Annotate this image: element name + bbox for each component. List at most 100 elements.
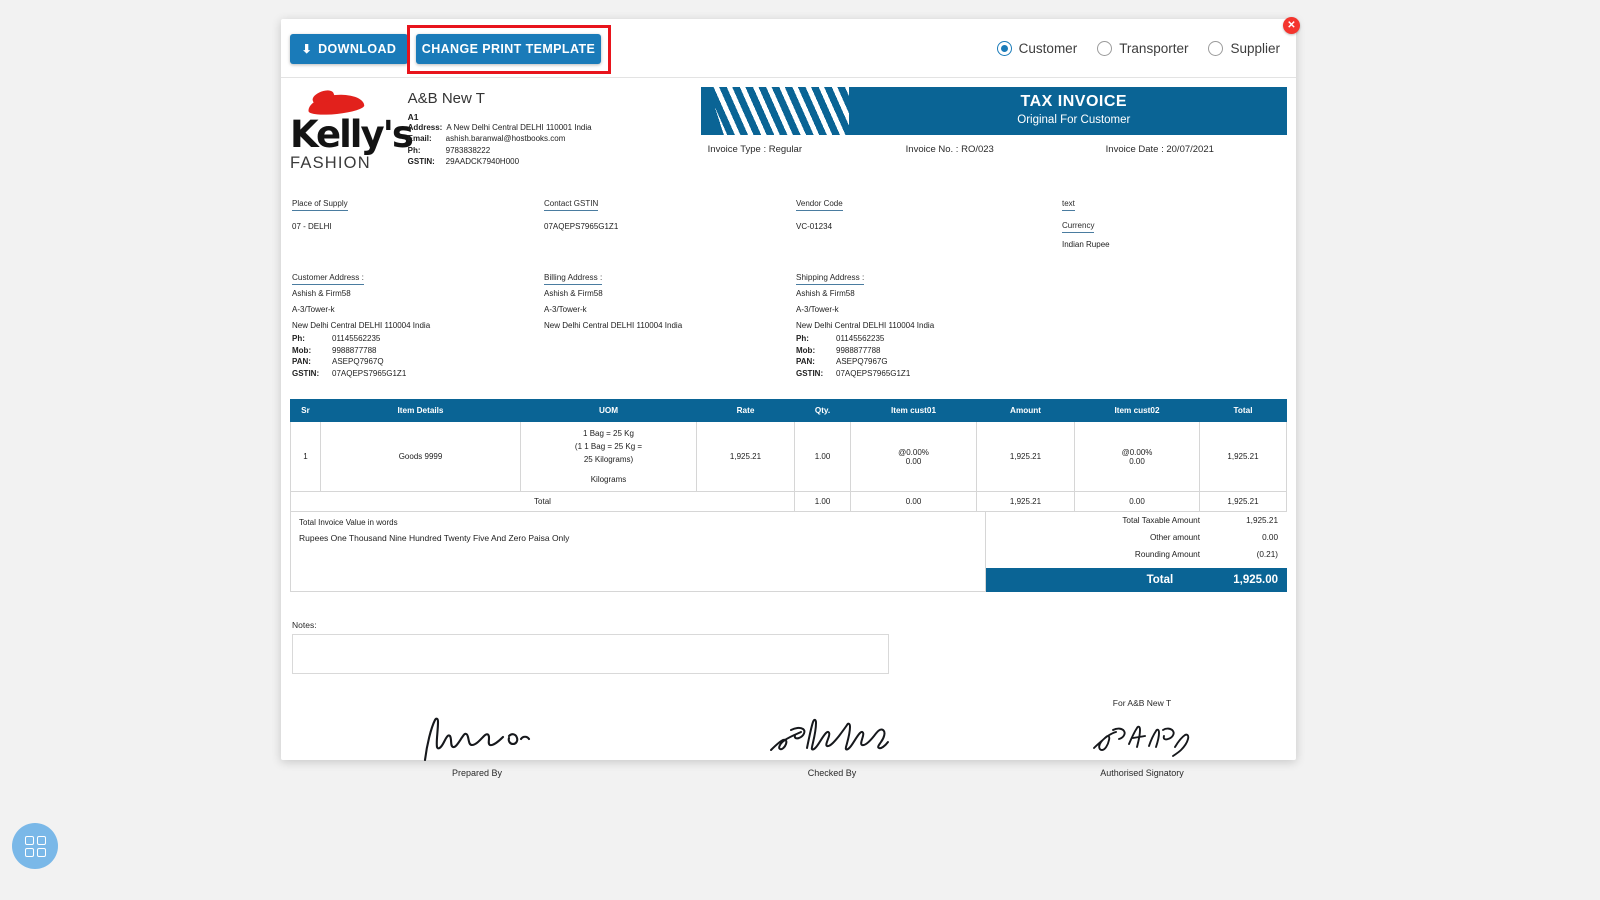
shipping-ph-value: 01145562235: [836, 334, 885, 343]
radio-label-customer: Customer: [1018, 41, 1078, 56]
radio-dot-transporter: [1097, 41, 1113, 56]
uom-line-4: Kilograms: [590, 475, 627, 484]
col-total: Total: [1199, 399, 1287, 422]
vendor-code-value: VC-01234: [796, 222, 833, 231]
download-button[interactable]: ⬇ DOWNLOAD: [290, 34, 408, 64]
checked-by-signature: [662, 712, 1002, 762]
customer-address-block: Customer Address : Ashish & Firm58 A-3/T…: [292, 273, 544, 379]
radio-label-supplier: Supplier: [1230, 41, 1280, 56]
cell-qty: 1.00: [794, 421, 851, 492]
shipping-gstin-label: GSTIN:: [796, 368, 824, 378]
radio-dot-customer: [996, 41, 1012, 56]
billing-address-line2: A-3/Tower-k: [544, 305, 587, 314]
words-label: Total Invoice Value in words: [299, 518, 398, 527]
cell-uom: 1 Bag = 25 Kg (1 1 Bag = 25 Kg = 25 Kilo…: [520, 421, 697, 492]
billing-address-block: Billing Address : Ashish & Firm58 A-3/To…: [544, 273, 796, 379]
customer-mob-row: Mob: 9988877788: [292, 345, 544, 357]
seller-phone-value: 9783838222: [445, 145, 491, 155]
customer-gstin-value: 07AQEPS7965G1Z1: [332, 368, 407, 378]
customer-address-title: Customer Address :: [292, 273, 364, 285]
prepared-by-block: Prepared By: [292, 698, 662, 778]
place-of-supply-value: 07 - DELHI: [292, 222, 332, 231]
shipping-pan-row: PAN: ASEPQ7967G: [796, 356, 934, 368]
shipping-ph-row: Ph: 01145562235: [796, 333, 934, 345]
signature-row: Prepared By Checked By For A&B New T Aut…: [290, 698, 1287, 778]
seller-email-label: Email:: [407, 134, 432, 144]
grand-total-label: Total: [1146, 574, 1174, 586]
tax-invoice-banner-wrap: TAX INVOICE Original For Customer Invoic…: [700, 87, 1287, 173]
summary-label-other: Other amount: [1149, 533, 1200, 542]
contact-gstin-value: 07AQEPS7965G1Z1: [544, 222, 619, 231]
shipping-pan-value: ASEPQ7967G: [836, 357, 888, 366]
cust02-percent: @0.00%: [1121, 447, 1153, 457]
customer-pan-label: PAN:: [292, 357, 311, 366]
summary-value-taxable: 1,925.21: [1246, 516, 1278, 525]
apps-grid-button[interactable]: [12, 823, 58, 869]
prepared-by-spacer: [292, 698, 662, 710]
col-qty: Qty.: [794, 399, 851, 422]
grid-icon: [24, 835, 46, 857]
col-cust01: Item cust01: [850, 399, 977, 422]
billing-address-title: Billing Address :: [544, 273, 603, 285]
notes-input[interactable]: [292, 634, 889, 674]
banner-title: TAX INVOICE: [1020, 93, 1128, 110]
print-preview-modal: ⬇ DOWNLOAD CHANGE PRINT TEMPLATE Custome…: [281, 19, 1296, 778]
summary-value-rounding: (0.21): [1256, 550, 1278, 559]
close-icon[interactable]: ✕: [1283, 17, 1300, 34]
radio-option-transporter[interactable]: Transporter: [1097, 41, 1188, 56]
customer-address-line3: New Delhi Central DELHI 110004 India: [292, 321, 431, 330]
seller-gstin-value: 29AADCK7940H000: [445, 157, 520, 167]
customer-ph-label: Ph:: [292, 334, 305, 343]
cell-amount: 1,925.21: [976, 421, 1075, 492]
summary-value-other: 0.00: [1262, 533, 1278, 542]
seller-phone-label: Ph:: [407, 145, 421, 155]
cust01-amount: 0.00: [905, 456, 922, 466]
table-row: 1 Goods 9999 1 Bag = 25 Kg (1 1 Bag = 25…: [290, 421, 1287, 492]
words-value: Rupees One Thousand Nine Hundred Twenty …: [299, 533, 570, 543]
for-company-label: For A&B New T: [1112, 698, 1172, 708]
vendor-code-label: Vendor Code: [796, 199, 843, 211]
vendor-code-block: Vendor Code VC-01234: [796, 199, 1062, 249]
footer-cust02: 0.00: [1074, 491, 1200, 512]
currency-label: Currency: [1062, 221, 1095, 233]
cell-rate: 1,925.21: [696, 421, 795, 492]
shipping-mob-value: 9988877788: [836, 345, 881, 355]
table-footer-row: Total 1.00 0.00 1,925.21 0.00 1,925.21: [290, 491, 1287, 512]
signature-stroke-icon: [770, 718, 889, 751]
grand-total-bar: Total 1,925.00: [986, 568, 1287, 592]
footer-qty: 1.00: [794, 491, 851, 512]
uom-line-3: 25 Kilograms): [583, 455, 634, 464]
seller-address-value: A New Delhi Central DELHI 110001 India: [446, 123, 592, 132]
shipping-gstin-row: GSTIN: 07AQEPS7965G1Z1: [796, 368, 934, 380]
recipient-radio-group: Customer Transporter Supplier: [996, 19, 1280, 78]
banner-stripes-decoration: [700, 87, 849, 135]
download-icon: ⬇: [301, 42, 313, 56]
change-print-template-label: CHANGE PRINT TEMPLATE: [421, 42, 596, 56]
cell-item-details: Goods 9999: [320, 421, 521, 492]
place-of-supply-label: Place of Supply: [292, 199, 348, 211]
invoice-meta-row: Invoice Type : Regular Invoice No. : RO/…: [701, 144, 1287, 155]
summary-label-taxable: Total Taxable Amount: [1122, 516, 1200, 525]
prepared-by-signature: [292, 712, 662, 762]
seller-name: A&B New T: [407, 90, 485, 107]
authorised-signatory-caption: Authorised Signatory: [1100, 768, 1184, 778]
seller-details: A&B New T A1 Address: A New Delhi Centra…: [408, 87, 690, 173]
footer-cust01: 0.00: [850, 491, 977, 512]
shipping-ph-label: Ph:: [796, 334, 809, 343]
shipping-address-line1: Ashish & Firm58: [796, 289, 855, 298]
radio-option-supplier[interactable]: Supplier: [1208, 41, 1280, 56]
customer-ph-row: Ph: 01145562235: [292, 333, 544, 345]
invoice-type: Invoice Type : Regular: [707, 144, 802, 155]
cell-cust01: @0.00% 0.00: [850, 421, 977, 492]
invoice-meta-strip: Place of Supply 07 - DELHI Contact GSTIN…: [290, 199, 1287, 249]
cell-sr: 1: [290, 421, 321, 492]
customer-mob-value: 9988877788: [332, 345, 377, 355]
change-print-template-button[interactable]: CHANGE PRINT TEMPLATE: [416, 34, 601, 64]
seller-email-value: ashish.baranwal@hostbooks.com: [445, 134, 566, 144]
customer-pan-row: PAN: ASEPQ7967Q: [292, 356, 544, 368]
prepared-by-caption: Prepared By: [451, 768, 503, 778]
shipping-address-line2: A-3/Tower-k: [796, 305, 839, 314]
text-label: text: [1062, 199, 1075, 211]
col-item: Item Details: [320, 399, 521, 422]
radio-option-customer[interactable]: Customer: [996, 41, 1078, 56]
